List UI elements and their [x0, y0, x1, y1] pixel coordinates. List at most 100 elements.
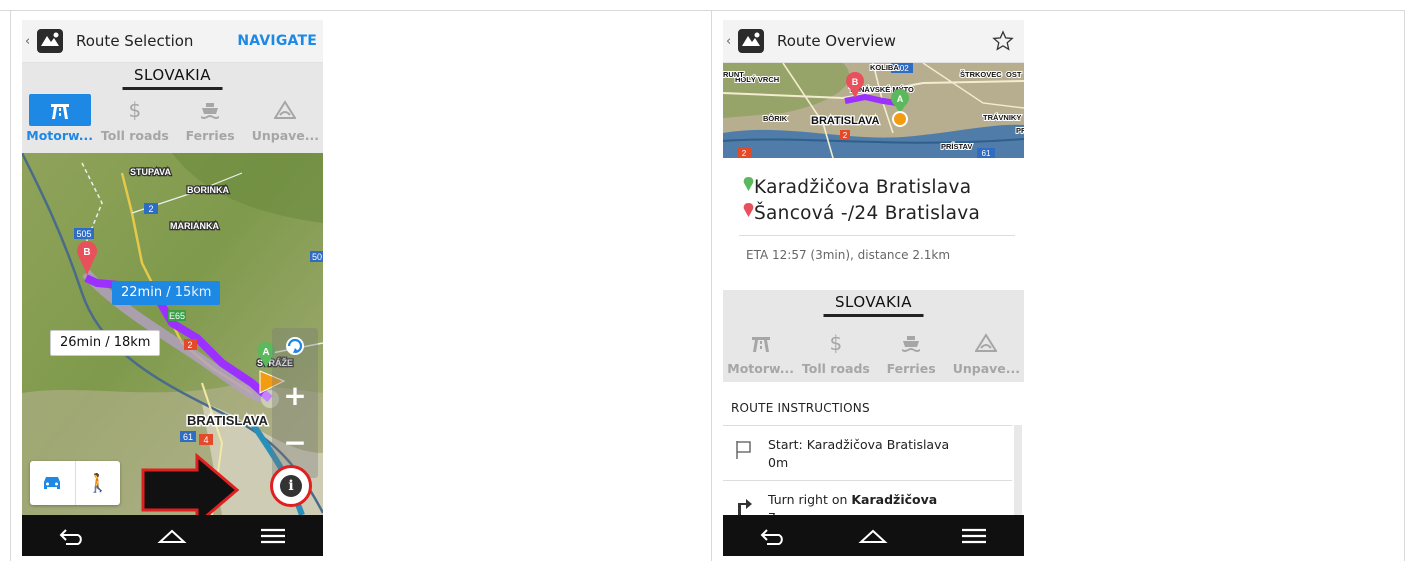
home-button[interactable]	[150, 521, 194, 551]
avoid-unpaved[interactable]: Unpave...	[949, 327, 1024, 376]
car-mode-button[interactable]	[30, 461, 76, 505]
svg-text:RUNT: RUNT	[723, 70, 744, 79]
dollar-icon: $	[829, 331, 843, 355]
zoom-out-icon: −	[283, 426, 307, 459]
app-bar: ‹ Route Overview	[723, 20, 1024, 63]
end-address-text: Šancová -/24 Bratislava	[754, 203, 981, 224]
svg-text:A: A	[897, 94, 904, 104]
avoid-label: Unpave...	[251, 128, 320, 143]
svg-text:BORINKA: BORINKA	[187, 185, 229, 195]
svg-text:ŠTRKOVEC: ŠTRKOVEC	[960, 70, 1002, 79]
start-pin-icon	[743, 177, 754, 191]
left-divider	[10, 10, 11, 561]
app-logo-icon[interactable]	[737, 28, 765, 54]
svg-text:61: 61	[982, 149, 991, 158]
back-chevron-icon[interactable]: ‹	[726, 34, 736, 49]
ferry-icon	[902, 336, 921, 352]
route-time: 26min	[60, 335, 102, 350]
avoid-label: Unpave...	[952, 361, 1021, 376]
svg-text:E65: E65	[169, 311, 185, 321]
svg-text:STUPAVA: STUPAVA	[130, 167, 172, 177]
route-time: 22min	[121, 285, 163, 300]
home-icon	[157, 529, 188, 543]
route-instructions-header: ROUTE INSTRUCTIONS	[731, 401, 870, 415]
svg-text:61: 61	[183, 432, 193, 442]
svg-text:2: 2	[742, 149, 747, 158]
route-distance: / 18km	[105, 335, 151, 350]
back-chevron-icon[interactable]: ‹	[25, 34, 35, 49]
page-title: Route Selection	[76, 32, 194, 50]
svg-text:BRATISLAVA: BRATISLAVA	[811, 115, 879, 127]
avoid-motorways[interactable]: Motorw...	[22, 94, 97, 143]
svg-text:A: A	[262, 347, 269, 358]
instruction-prefix: Start:	[768, 437, 807, 452]
car-icon	[44, 477, 61, 489]
avoid-label: Ferries	[185, 128, 235, 143]
end-address: Šancová -/24 Bratislava	[743, 203, 980, 224]
avoid-label: Ferries	[886, 361, 936, 376]
instructions-scrollbar[interactable]	[1014, 425, 1022, 515]
svg-text:2: 2	[148, 204, 153, 214]
svg-text:50: 50	[312, 252, 322, 262]
instruction-prefix: Turn right on	[768, 492, 852, 507]
back-arrow-icon	[760, 529, 783, 545]
favorite-star-icon[interactable]	[992, 30, 1014, 52]
route-overview-screen: ‹ Route Overview 502 2 2 61 KOLIBA HOLÝ …	[723, 20, 1024, 556]
overview-map-canvas: 502 2 2 61 KOLIBA HOLÝ VRCH TRNÁVSKÉ MÝT…	[723, 63, 1024, 158]
flag-icon	[736, 441, 751, 459]
avoid-options: Motorw... $ Toll roads Ferries Unpave...	[22, 94, 323, 143]
zoom-out-button[interactable]: −	[280, 428, 310, 458]
svg-text:MARIANKA: MARIANKA	[170, 221, 219, 231]
instruction-distance: 0m	[768, 455, 789, 470]
avoid-unpaved[interactable]: Unpave...	[248, 94, 323, 143]
walk-mode-button[interactable]: 🚶	[76, 461, 121, 505]
avoid-label: Motorw...	[26, 128, 93, 143]
avoid-toll-roads[interactable]: $ Toll roads	[798, 327, 873, 376]
route-bubble-alternative[interactable]: 26min / 18km	[50, 330, 161, 356]
top-divider	[0, 10, 1405, 11]
avoid-panel: SLOVAKIA Motorw... $ Toll roads Ferries …	[723, 290, 1024, 382]
instruction-street: Karadžičova	[851, 492, 938, 507]
end-pin-icon	[743, 203, 754, 217]
turn-right-icon	[738, 499, 752, 515]
avoid-label: Toll roads	[801, 361, 870, 376]
ferry-icon	[201, 103, 220, 119]
avoid-ferries[interactable]: Ferries	[173, 94, 248, 143]
svg-text:505: 505	[76, 229, 91, 239]
country-tab[interactable]: SLOVAKIA	[823, 293, 924, 317]
svg-text:4: 4	[203, 435, 208, 445]
transport-mode-toggle: 🚶	[30, 461, 120, 505]
dollar-icon: $	[128, 98, 142, 122]
zoom-in-button[interactable]: +	[280, 381, 310, 411]
navigate-button[interactable]: NAVIGATE	[237, 33, 317, 49]
avoid-ferries[interactable]: Ferries	[874, 327, 949, 376]
route-selection-screen: ‹ Route Selection NAVIGATE SLOVAKIA Moto…	[22, 20, 323, 556]
route-distance: / 15km	[166, 285, 212, 300]
instruction-street: Karadžičova Bratislava	[806, 437, 950, 452]
svg-text:KOLIBA: KOLIBA	[870, 63, 899, 72]
svg-text:B: B	[852, 77, 859, 87]
recenter-button[interactable]	[280, 331, 310, 361]
route-bubble-primary[interactable]: 22min / 15km	[112, 281, 221, 305]
svg-text:PR: PR	[1016, 126, 1024, 135]
avoid-panel: SLOVAKIA Motorw... $ Toll roads Ferries …	[22, 63, 323, 153]
avoid-toll-roads[interactable]: $ Toll roads	[97, 94, 172, 143]
motorway-icon	[50, 104, 69, 119]
route-map[interactable]: 2 505 E65 2 61 4 50 STUPAVA BORINKA MARI…	[22, 153, 323, 515]
home-button[interactable]	[851, 521, 895, 551]
menu-button[interactable]	[952, 521, 996, 551]
menu-icon	[260, 528, 285, 544]
avoid-motorways[interactable]: Motorw...	[723, 327, 798, 376]
route-info-button[interactable]: i	[270, 465, 312, 507]
back-button[interactable]	[50, 521, 94, 551]
menu-button[interactable]	[251, 521, 295, 551]
app-logo-icon[interactable]	[36, 28, 64, 54]
page-title: Route Overview	[777, 32, 896, 50]
overview-map[interactable]: 502 2 2 61 KOLIBA HOLÝ VRCH TRNÁVSKÉ MÝT…	[723, 63, 1024, 158]
svg-text:OST: OST	[1006, 70, 1022, 79]
country-tab[interactable]: SLOVAKIA	[122, 66, 223, 90]
instruction-row[interactable]: Start: Karadžičova Bratislava 0m	[723, 425, 1012, 481]
eta-summary: ETA 12:57 (3min), distance 2.1km	[746, 248, 951, 262]
android-nav-bar	[723, 515, 1024, 556]
back-button[interactable]	[751, 521, 795, 551]
